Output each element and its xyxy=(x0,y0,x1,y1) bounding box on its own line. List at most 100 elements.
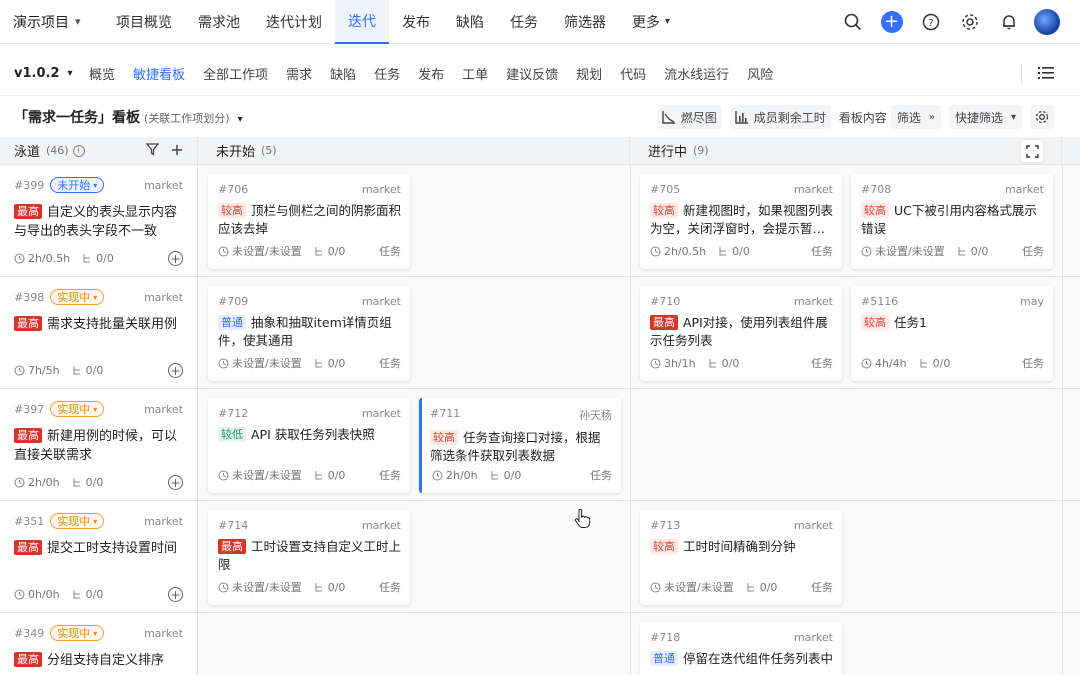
task-card[interactable]: #714 market 最高 工时设置支持自定义工时上限 未设置/未设置 0/0 任务 xyxy=(208,510,410,605)
bell-icon[interactable] xyxy=(989,13,1028,31)
lane-item[interactable]: #397 实现中 ▾ market 最高 新建用例的时候，可以直接关联需求 2h/0h … xyxy=(0,389,198,500)
tab-agile-board[interactable]: 敏捷看板 xyxy=(124,52,194,96)
list-menu-icon[interactable] xyxy=(1038,66,1054,84)
status-label: 实现中 xyxy=(57,403,91,416)
nav-tasks[interactable]: 任务 xyxy=(497,0,551,44)
add-lane-icon[interactable] xyxy=(171,144,183,160)
lane-owner: market xyxy=(143,626,183,640)
search-icon[interactable] xyxy=(833,13,872,31)
card-subtasks: 0/0 xyxy=(503,468,522,482)
tab-feedback[interactable]: 建议反馈 xyxy=(497,52,567,96)
add-card-icon[interactable]: + xyxy=(168,587,183,602)
tab-planning[interactable]: 规划 xyxy=(567,52,611,96)
fullscreen-icon[interactable] xyxy=(1021,140,1043,162)
add-card-icon[interactable]: + xyxy=(168,363,183,378)
tab-risk[interactable]: 风险 xyxy=(738,52,782,96)
board-title-selector[interactable]: 「需求一任务」看板 (关联工作项划分) ▾ xyxy=(0,107,243,127)
tab-code[interactable]: 代码 xyxy=(611,52,655,96)
lane-title[interactable]: 需求支持批量关联用例 xyxy=(47,317,177,332)
help-icon[interactable]: ? xyxy=(911,13,950,31)
tab-tasks[interactable]: 任务 xyxy=(365,52,409,96)
task-card[interactable]: #708 market 较高 UC下被引用内容格式展示错误 未设置/未设置 0/0 任务 xyxy=(851,174,1053,269)
priority-badge: 最高 xyxy=(650,315,678,330)
status-badge[interactable]: 实现中 ▾ xyxy=(50,513,105,529)
card-owner: market xyxy=(793,295,833,308)
nav-overview[interactable]: 项目概览 xyxy=(103,0,185,44)
priority-badge: 较高 xyxy=(430,430,458,445)
status-badge[interactable]: 实现中 ▾ xyxy=(50,289,105,305)
filter-select[interactable]: 筛选 » xyxy=(890,105,941,129)
lane-item[interactable]: #349 实现中 ▾ market 最高 分组支持自定义排序 xyxy=(0,613,198,675)
project-selector[interactable]: 演示项目 ▾ xyxy=(0,12,103,32)
add-card-icon[interactable]: + xyxy=(168,475,183,490)
status-badge[interactable]: 未开始 ▾ xyxy=(50,177,105,193)
version-selector[interactable]: v1.0.2 ▾ xyxy=(0,66,80,81)
card-id: #709 xyxy=(218,295,249,308)
priority-badge: 较高 xyxy=(861,203,889,218)
lane-owner: market xyxy=(143,178,183,192)
task-card-selected[interactable]: #711 孙天杨 较高 任务查询接口对接，根据筛选条件获取列表数据 2h/0h 0/0… xyxy=(419,398,621,493)
nav-backlog[interactable]: 需求池 xyxy=(185,0,253,44)
lane-title[interactable]: 分组支持自定义排序 xyxy=(47,653,164,668)
tab-overview[interactable]: 概览 xyxy=(80,52,124,96)
card-type: 任务 xyxy=(379,581,401,594)
burndown-button[interactable]: 燃尽图 xyxy=(656,105,722,129)
priority-badge: 普通 xyxy=(650,651,678,666)
task-card[interactable]: #718 market 普通 停留在迭代组件任务列表中 xyxy=(640,622,842,675)
lane-item[interactable]: #398 实现中 ▾ market 最高 需求支持批量关联用例 7h/5h 0/0 + xyxy=(0,277,198,388)
card-time: 未设置/未设置 xyxy=(875,245,945,258)
column-header-todo: 未开始 (5) xyxy=(198,137,630,165)
tab-all-items[interactable]: 全部工作项 xyxy=(194,52,277,96)
task-card[interactable]: #706 market 较高 顶栏与侧栏之间的阴影面积应该去掉 未设置/未设置 0/0… xyxy=(208,174,410,269)
filter-icon[interactable] xyxy=(145,143,160,160)
task-card[interactable]: #709 market 普通 抽象和抽取item详情页组件，使其通用 未设置/未设置… xyxy=(208,286,410,381)
task-card[interactable]: #713 market 较高 工时时间精确到分钟 未设置/未设置 0/0 任务 xyxy=(640,510,842,605)
column-divider xyxy=(1062,277,1063,388)
clock-icon xyxy=(218,358,229,368)
lane-item[interactable]: #351 实现中 ▾ market 最高 提交工时支持设置时间 0h/0h 0/0 + xyxy=(0,501,198,612)
board-settings-button[interactable] xyxy=(1030,105,1054,129)
nav-filters[interactable]: 筛选器 xyxy=(551,0,619,44)
tab-pipeline[interactable]: 流水线运行 xyxy=(655,52,738,96)
member-hours-button[interactable]: 成员剩余工时 xyxy=(729,105,831,129)
clock-icon xyxy=(650,246,661,256)
chevron-down-icon: ▾ xyxy=(93,292,98,302)
subtask-icon xyxy=(709,358,716,367)
info-icon[interactable]: i xyxy=(72,144,85,157)
settings-icon[interactable] xyxy=(950,13,989,31)
lane-subtasks: 0/0 xyxy=(85,364,104,377)
lane-item[interactable]: #399 未开始 ▾ market 最高 自定义的表头显示内容与导出的表头字段不一致 2… xyxy=(0,165,198,276)
task-card[interactable]: #712 market 较低 API 获取任务列表快照 未设置/未设置 0/0 任务 xyxy=(208,398,410,493)
create-button[interactable]: + xyxy=(872,11,911,33)
task-card[interactable]: #710 market 最高 API对接，使用列表组件展示任务列表 3h/1h 0/0… xyxy=(640,286,842,381)
card-time: 未设置/未设置 xyxy=(232,469,302,482)
subtask-icon xyxy=(73,478,80,487)
status-label: 实现中 xyxy=(57,515,91,528)
card-owner: market xyxy=(1004,183,1044,196)
nav-iteration[interactable]: 迭代 xyxy=(335,0,389,44)
add-card-icon[interactable]: + xyxy=(168,251,183,266)
swimlane-row: #351 实现中 ▾ market 最高 提交工时支持设置时间 0h/0h 0/0 + … xyxy=(0,501,1080,613)
avatar[interactable] xyxy=(1034,9,1060,35)
column-header-next xyxy=(1062,137,1080,165)
chevron-down-icon: ▾ xyxy=(665,16,671,27)
nav-bugs[interactable]: 缺陷 xyxy=(443,0,497,44)
card-type: 任务 xyxy=(590,469,612,482)
tab-tickets[interactable]: 工单 xyxy=(453,52,497,96)
quick-filter-select[interactable]: 快捷筛选 ▾ xyxy=(948,105,1022,129)
task-card[interactable]: #705 market 较高 新建视图时，如果视图列表为空，关闭浮窗时，会提示暂… … xyxy=(640,174,842,269)
doing-column-label: 进行中 xyxy=(648,145,688,160)
card-time: 2h/0h xyxy=(446,468,478,482)
nav-more[interactable]: 更多 ▾ xyxy=(619,0,683,44)
nav-release[interactable]: 发布 xyxy=(389,0,443,44)
status-badge[interactable]: 实现中 ▾ xyxy=(50,401,105,417)
tab-requirements[interactable]: 需求 xyxy=(277,52,321,96)
task-card[interactable]: #5116 may 较高 任务1 4h/4h 0/0 任务 xyxy=(851,286,1053,381)
tab-release[interactable]: 发布 xyxy=(409,52,453,96)
lane-title[interactable]: 提交工时支持设置时间 xyxy=(47,541,177,556)
status-badge[interactable]: 实现中 ▾ xyxy=(50,625,105,641)
card-type: 任务 xyxy=(811,245,833,258)
double-chevron-down-icon: » xyxy=(928,111,935,123)
nav-iteration-plan[interactable]: 迭代计划 xyxy=(253,0,335,44)
tab-bugs[interactable]: 缺陷 xyxy=(321,52,365,96)
